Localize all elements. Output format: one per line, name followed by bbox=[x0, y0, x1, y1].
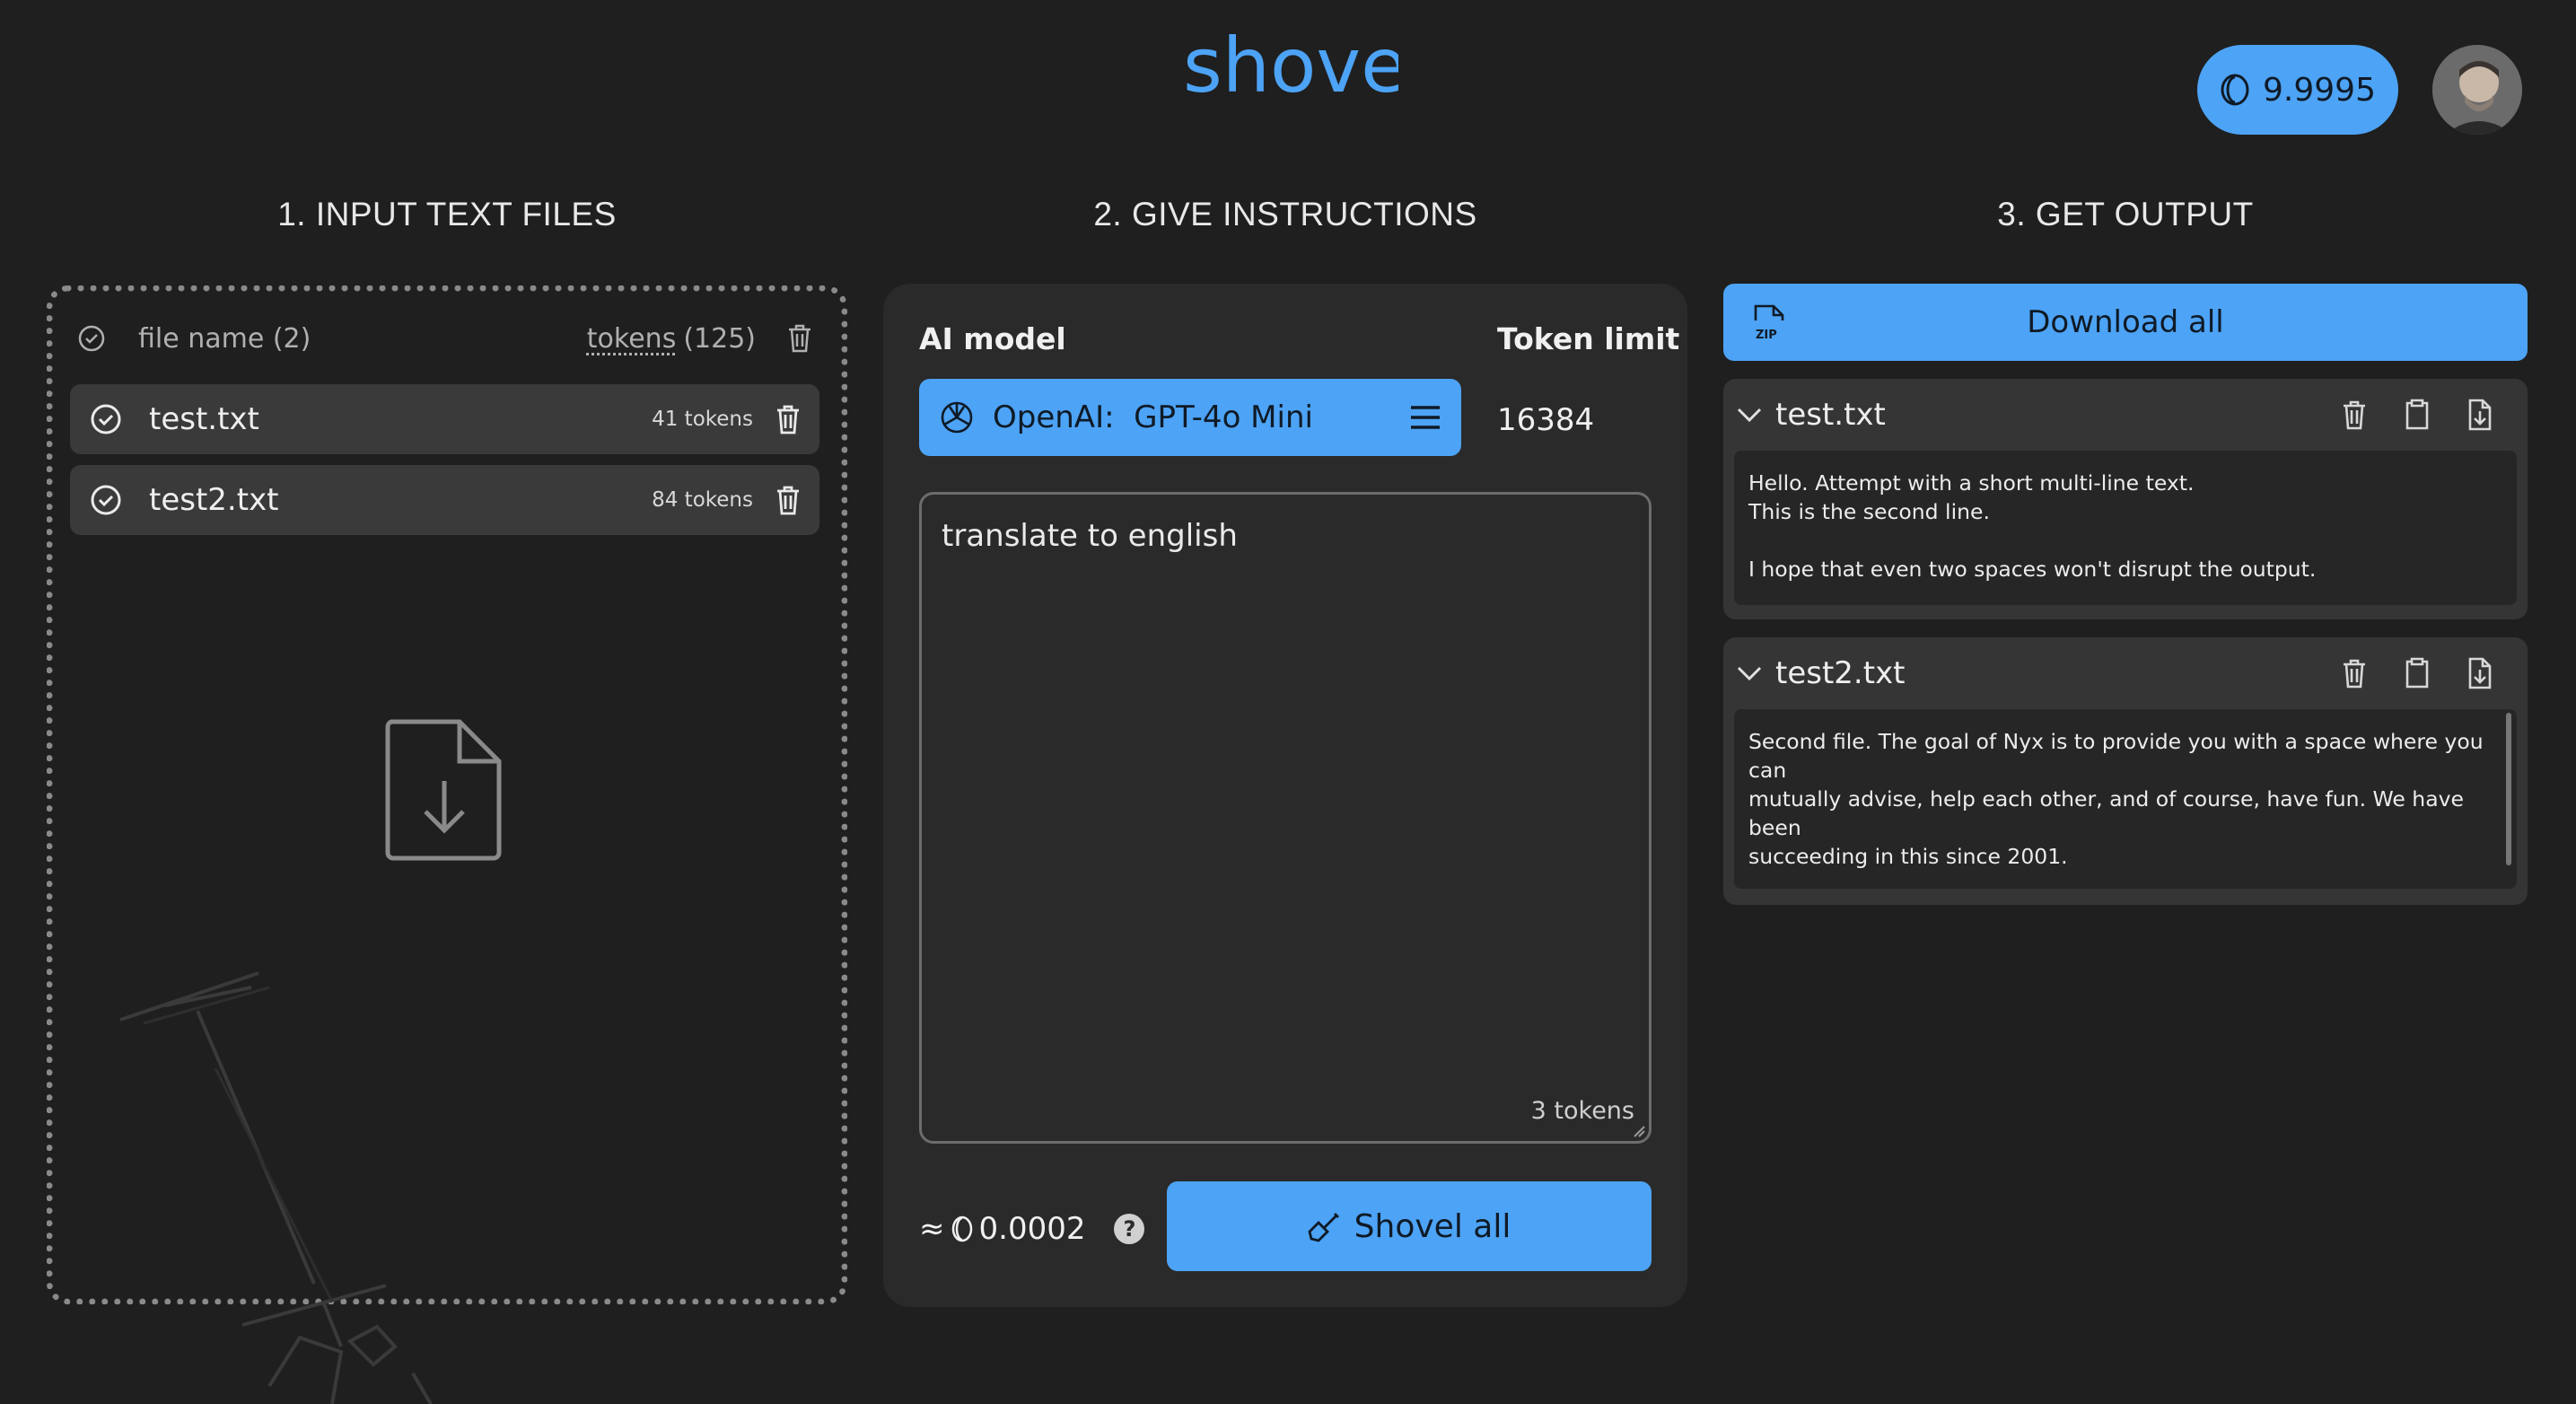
trash-icon[interactable] bbox=[2323, 392, 2386, 437]
trash-icon[interactable] bbox=[2323, 651, 2386, 696]
credits-amount: 9.9995 bbox=[2263, 71, 2376, 109]
tokens-column[interactable]: tokens bbox=[587, 323, 677, 355]
output-content: Second file. The goal of Nyx is to provi… bbox=[1748, 729, 2484, 869]
file-name: test2.txt bbox=[149, 482, 279, 518]
output-content: Hello. Attempt with a short multi-line t… bbox=[1748, 470, 2317, 582]
file-tokens: 41 tokens bbox=[652, 408, 753, 431]
menu-icon[interactable] bbox=[1409, 404, 1441, 431]
output-scrollbar[interactable] bbox=[2506, 713, 2511, 865]
ai-model-value: OpenAI: GPT-4o Mini bbox=[993, 399, 1313, 435]
output-file-name: test2.txt bbox=[1775, 655, 1906, 691]
instruction-text: translate to english bbox=[942, 518, 1238, 554]
output-file-name: test.txt bbox=[1775, 397, 1886, 433]
shovel-all-button[interactable]: Shovel all bbox=[1167, 1181, 1652, 1271]
file-download-icon[interactable] bbox=[2449, 651, 2511, 696]
shovel-logo[interactable]: shovel bbox=[1183, 20, 1398, 118]
prompt-token-count: 3 tokens bbox=[1530, 1097, 1634, 1125]
step-input-title: 1. INPUT TEXT FILES bbox=[277, 196, 617, 233]
chevron-down-icon[interactable] bbox=[1736, 664, 1763, 682]
shovel-icon bbox=[1308, 1210, 1340, 1242]
estimated-cost: ≈ 0.0002 ? bbox=[919, 1207, 1145, 1251]
output-card-test2-txt: test2.txt Second file. The goal of Nyx i… bbox=[1723, 637, 2528, 905]
shovel-all-label: Shovel all bbox=[1354, 1207, 1511, 1245]
cost-value: 0.0002 bbox=[978, 1211, 1086, 1247]
resize-handle-icon[interactable] bbox=[1633, 1125, 1645, 1137]
select-all-check-icon[interactable] bbox=[77, 324, 106, 353]
tokens-total: (125) bbox=[683, 322, 756, 355]
file-download-icon bbox=[384, 718, 504, 862]
help-icon[interactable]: ? bbox=[1114, 1214, 1145, 1244]
file-row-test2-txt[interactable]: test2.txt 84 tokens bbox=[70, 465, 819, 535]
chevron-down-icon[interactable] bbox=[1736, 406, 1763, 424]
coin-icon bbox=[2220, 73, 2250, 107]
file-download-icon[interactable] bbox=[2449, 392, 2511, 437]
trash-icon[interactable] bbox=[775, 484, 802, 516]
user-avatar[interactable] bbox=[2432, 45, 2522, 135]
delete-all-icon[interactable] bbox=[786, 323, 813, 354]
download-all-button[interactable]: ZIP Download all bbox=[1723, 284, 2528, 361]
file-name-column[interactable]: file name (2) bbox=[138, 323, 587, 355]
clipboard-icon[interactable] bbox=[2386, 651, 2449, 696]
token-limit-input[interactable]: 16384 bbox=[1497, 402, 1594, 438]
check-circle-icon[interactable] bbox=[90, 484, 122, 516]
ai-model-label: AI model bbox=[919, 321, 1066, 356]
file-tokens: 84 tokens bbox=[652, 488, 753, 512]
download-all-label: Download all bbox=[2027, 304, 2224, 340]
coin-icon bbox=[951, 1215, 974, 1243]
openai-icon bbox=[939, 399, 975, 435]
output-text: Hello. Attempt with a short multi-line t… bbox=[1734, 451, 2517, 605]
ai-model-selector[interactable]: OpenAI: GPT-4o Mini bbox=[919, 379, 1461, 456]
shovel-illustration bbox=[108, 961, 574, 1404]
logo-text: shovel bbox=[1183, 22, 1398, 110]
token-limit-label: Token limit bbox=[1497, 321, 1680, 356]
trash-icon[interactable] bbox=[775, 403, 802, 435]
file-row-test-txt[interactable]: test.txt 41 tokens bbox=[70, 384, 819, 454]
file-list-header: file name (2) tokens (125) bbox=[77, 314, 813, 363]
credits-button[interactable]: 9.9995 bbox=[2197, 45, 2398, 135]
clipboard-icon[interactable] bbox=[2386, 392, 2449, 437]
check-circle-icon[interactable] bbox=[90, 403, 122, 435]
step-output-title: 3. GET OUTPUT bbox=[1997, 196, 2254, 233]
file-name: test.txt bbox=[149, 401, 259, 437]
instruction-textarea[interactable]: translate to english 3 tokens bbox=[919, 492, 1652, 1144]
output-text[interactable]: Second file. The goal of Nyx is to provi… bbox=[1734, 709, 2517, 889]
output-card-test-txt: test.txt Hello. Attempt with a short mul… bbox=[1723, 379, 2528, 619]
step-instructions-title: 2. GIVE INSTRUCTIONS bbox=[1093, 196, 1477, 233]
approx-symbol: ≈ bbox=[919, 1211, 945, 1247]
